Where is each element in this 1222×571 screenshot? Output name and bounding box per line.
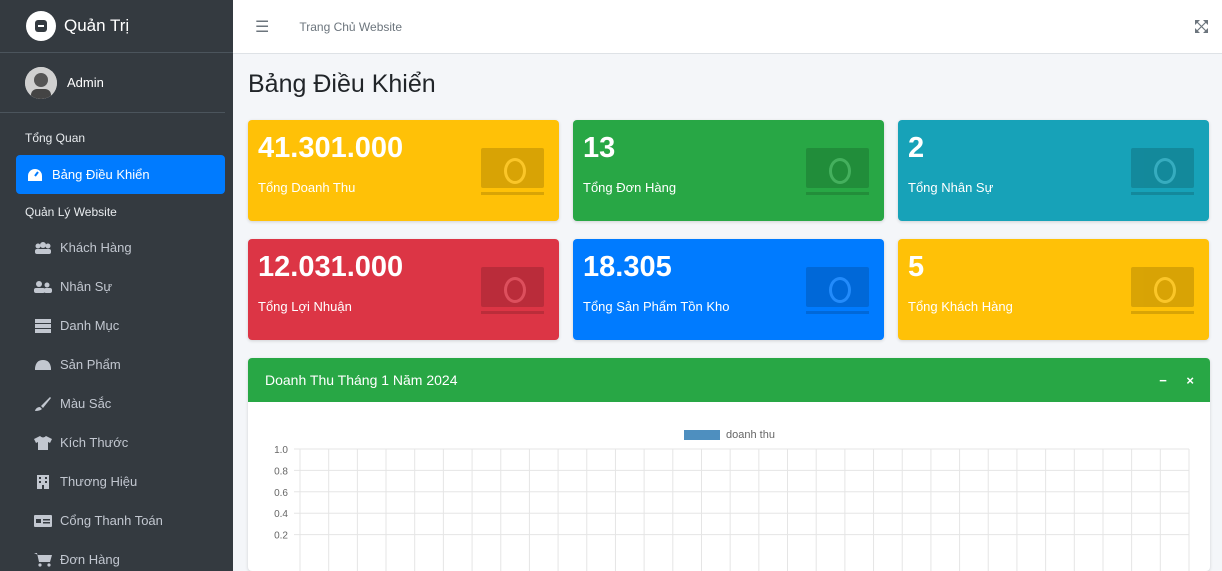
brush-icon — [34, 396, 52, 411]
brand-logo-icon — [26, 11, 56, 41]
sidebar-item-label: Sản Phẩm — [60, 357, 121, 372]
sidebar-item-dashboard[interactable]: Bảng Điều Khiển — [16, 155, 225, 194]
sidebar-item-label: Khách Hàng — [60, 240, 132, 255]
stat-label: Tổng Sản Phẩm Tồn Kho — [583, 299, 730, 314]
y-tick-label: 0.8 — [274, 466, 288, 477]
money-icon — [806, 148, 869, 188]
minimize-button[interactable]: − — [1159, 373, 1167, 388]
money-icon-underline — [1131, 192, 1194, 195]
staff-icon — [34, 280, 52, 294]
money-icon-underline — [481, 311, 544, 314]
close-button[interactable]: × — [1186, 373, 1194, 388]
card-tools: − × — [1143, 373, 1194, 388]
home-website-link[interactable]: Trang Chủ Website — [299, 20, 402, 34]
sidebar-item-label: Cổng Thanh Toán — [60, 513, 163, 528]
money-icon-underline — [806, 311, 869, 314]
stat-label: Tổng Khách Hàng — [908, 299, 1013, 314]
money-icon-underline — [806, 192, 869, 195]
sidebar-item-label: Danh Mục — [60, 318, 120, 333]
product-icon — [34, 358, 52, 372]
stat-box-staff: 2 Tổng Nhân Sự — [898, 120, 1209, 221]
y-tick-label: 0.4 — [274, 509, 288, 520]
stat-value: 12.031.000 — [258, 251, 404, 283]
stat-value: 18.305 — [583, 251, 672, 283]
legend-label: doanh thu — [726, 429, 775, 441]
nav-header-website: Quản Lý Website — [25, 205, 117, 219]
money-icon — [806, 267, 869, 307]
cart-icon — [34, 552, 52, 567]
sidebar-item-brands[interactable]: Thương Hiệu — [8, 462, 225, 501]
stat-label: Tổng Đơn Hàng — [583, 180, 677, 195]
stat-label: Tổng Lợi Nhuận — [258, 299, 352, 314]
money-icon-underline — [1131, 311, 1194, 314]
top-navbar: ☰ Trang Chủ Website — [233, 0, 1222, 54]
sidebar: Quản Trị Admin Tổng Quan Bảng Điều Khiển… — [0, 0, 233, 571]
stat-box-orders: 13 Tổng Đơn Hàng — [573, 120, 884, 221]
y-tick-label: 0.2 — [274, 531, 288, 542]
page-title: Bảng Điều Khiển — [248, 70, 436, 98]
sidebar-item-label: Bảng Điều Khiển — [52, 167, 150, 182]
card-header: Doanh Thu Tháng 1 Năm 2024 — [248, 358, 1210, 402]
stat-box-profit: 12.031.000 Tổng Lợi Nhuận — [248, 239, 559, 340]
list-icon — [34, 318, 52, 333]
users-icon — [34, 241, 52, 255]
sidebar-item-payment[interactable]: Cổng Thanh Toán — [8, 501, 225, 540]
money-icon — [481, 148, 544, 188]
shirt-icon — [34, 435, 52, 450]
payment-icon — [34, 514, 52, 528]
stat-value: 13 — [583, 132, 616, 164]
revenue-chart: doanh thu 1.0 0.8 0.6 0.4 0.2 — [274, 429, 1190, 571]
stat-value: 41.301.000 — [258, 132, 404, 164]
stat-label: Tổng Doanh Thu — [258, 180, 356, 195]
card-title: Doanh Thu Tháng 1 Năm 2024 — [265, 372, 458, 388]
sidebar-item-label: Nhân Sự — [60, 279, 113, 294]
sidebar-item-sizes[interactable]: Kích Thước — [8, 423, 225, 462]
sidebar-item-orders[interactable]: Đơn Hàng — [8, 540, 225, 571]
stat-value: 2 — [908, 132, 925, 164]
sidebar-item-label: Kích Thước — [60, 435, 129, 450]
money-icon-underline — [481, 192, 544, 195]
sidebar-item-label: Đơn Hàng — [60, 552, 120, 567]
menu-toggle-icon[interactable]: ☰ — [255, 17, 269, 37]
sidebar-item-label: Thương Hiệu — [60, 474, 138, 489]
stat-box-customers: 5 Tổng Khách Hàng — [898, 239, 1209, 340]
sidebar-item-label: Màu Sắc — [60, 396, 112, 411]
money-icon — [481, 267, 544, 307]
brand-title: Quản Trị — [64, 16, 130, 35]
sidebar-item-staff[interactable]: Nhân Sự — [8, 267, 225, 306]
stat-box-revenue: 41.301.000 Tổng Doanh Thu — [248, 120, 559, 221]
sidebar-item-customers[interactable]: Khách Hàng — [8, 228, 225, 267]
nav-header-overview: Tổng Quan — [25, 131, 86, 145]
y-tick-label: 0.6 — [274, 488, 288, 499]
sidebar-item-categories[interactable]: Danh Mục — [8, 306, 225, 345]
building-icon — [34, 474, 52, 489]
avatar — [25, 66, 57, 99]
stat-label: Tổng Nhân Sự — [908, 180, 994, 195]
money-icon — [1131, 267, 1194, 307]
sidebar-item-colors[interactable]: Màu Sắc — [8, 384, 225, 423]
y-tick-label: 1.0 — [274, 445, 288, 456]
stat-value: 5 — [908, 251, 925, 283]
legend-swatch — [684, 430, 720, 440]
user-panel[interactable]: Admin — [0, 53, 225, 113]
revenue-chart-card: Doanh Thu Tháng 1 Năm 2024 − × doanh thu… — [248, 358, 1210, 571]
stat-box-inventory: 18.305 Tổng Sản Phẩm Tồn Kho — [573, 239, 884, 340]
brand[interactable]: Quản Trị — [0, 0, 233, 53]
sidebar-item-products[interactable]: Sản Phẩm — [8, 345, 225, 384]
sidebar-nav: Tổng Quan Bảng Điều Khiển Quản Lý Websit… — [0, 113, 233, 571]
user-name: Admin — [67, 75, 104, 90]
fullscreen-icon[interactable] — [1195, 20, 1208, 36]
dashboard-icon — [26, 168, 44, 182]
money-icon — [1131, 148, 1194, 188]
